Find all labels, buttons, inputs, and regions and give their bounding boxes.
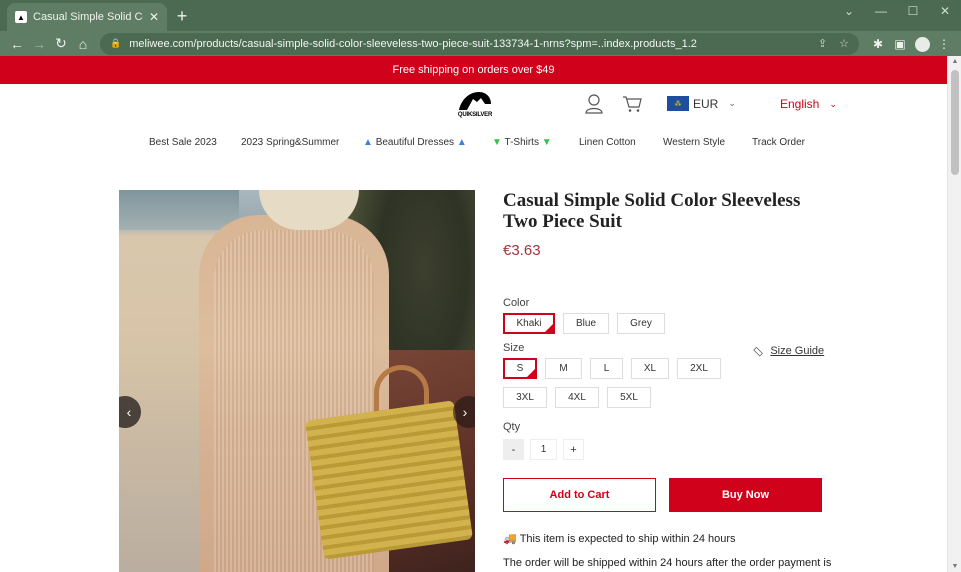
logo-wave-icon bbox=[459, 92, 491, 110]
product-price: €3.63 bbox=[503, 242, 541, 259]
quantity-stepper: - + bbox=[503, 439, 823, 460]
nav-best-sale-2023[interactable]: Best Sale 2023 bbox=[149, 137, 217, 148]
nav-track-order[interactable]: Track Order bbox=[752, 137, 805, 148]
size-guide-label: Size Guide bbox=[770, 345, 825, 357]
size-option-m[interactable]: M bbox=[545, 358, 582, 379]
tshirt-icon: ▼ bbox=[492, 137, 502, 148]
page: Free shipping on orders over $49 QUIKSIL… bbox=[0, 56, 947, 572]
eu-flag-icon: ⁂ bbox=[667, 96, 689, 111]
share-icon[interactable]: ⇪ bbox=[818, 37, 827, 50]
url-text[interactable]: meliwee.com/products/casual-simple-solid… bbox=[129, 38, 806, 50]
account-icon[interactable] bbox=[585, 94, 603, 114]
back-icon[interactable]: ← bbox=[6, 36, 28, 52]
tshirt-icon: ▼ bbox=[541, 137, 552, 148]
reload-icon[interactable]: ↻ bbox=[50, 35, 72, 52]
browser-tab[interactable]: ▲ Casual Simple Solid Color Sleeveless T… bbox=[7, 3, 167, 31]
color-options: Khaki ✓ Blue Grey bbox=[503, 313, 823, 334]
forward-icon[interactable]: → bbox=[28, 36, 50, 52]
page-scrollbar[interactable]: ▲ ▼ bbox=[947, 56, 961, 572]
nav-beautiful-dresses[interactable]: ▲ Beautiful Dresses ▲ bbox=[363, 137, 467, 148]
product-title: Casual Simple Solid Color Sleeveless Two… bbox=[503, 190, 801, 232]
nav-linen-cotton[interactable]: Linen Cotton bbox=[579, 137, 636, 148]
profile-avatar-icon[interactable] bbox=[911, 35, 933, 53]
chevron-down-icon: ⌄ bbox=[829, 98, 837, 109]
qty-label: Qty bbox=[503, 421, 521, 433]
chevron-left-icon: ‹ bbox=[126, 404, 132, 420]
ship-notice: 🚚 This item is expected to ship within 2… bbox=[503, 532, 823, 546]
browser-toolbar: ← → ↻ ⌂ 🔒 meliwee.com/products/casual-si… bbox=[0, 31, 961, 56]
qty-increase-button[interactable]: + bbox=[563, 439, 584, 460]
scroll-up-icon[interactable]: ▲ bbox=[948, 58, 961, 65]
size-option-s[interactable]: S ✓ bbox=[503, 358, 537, 379]
promo-text: Free shipping on orders over $49 bbox=[392, 64, 555, 76]
site-header: QUIKSILVER ⁂ EUR ⌄ English ⌄ bbox=[0, 84, 947, 128]
add-to-cart-button[interactable]: Add to Cart bbox=[503, 478, 656, 512]
browser-chrome: ▲ Casual Simple Solid Color Sleeveless T… bbox=[0, 0, 961, 56]
color-option-khaki[interactable]: Khaki ✓ bbox=[503, 313, 555, 334]
window-controls: ⌄ — ☐ ✕ bbox=[833, 0, 961, 22]
site-logo[interactable]: QUIKSILVER bbox=[454, 90, 496, 122]
buy-now-button[interactable]: Buy Now bbox=[669, 478, 822, 512]
address-bar[interactable]: 🔒 meliwee.com/products/casual-simple-sol… bbox=[100, 32, 859, 55]
color-option-blue[interactable]: Blue bbox=[563, 313, 609, 334]
scroll-down-icon[interactable]: ▼ bbox=[948, 563, 961, 570]
size-guide-link[interactable]: ▭ Size Guide bbox=[749, 342, 825, 360]
tab-strip: ▲ Casual Simple Solid Color Sleeveless T… bbox=[0, 0, 961, 31]
purchase-actions: Add to Cart Buy Now bbox=[503, 478, 823, 512]
language-label: English bbox=[780, 97, 820, 111]
ruler-icon: ▭ bbox=[749, 342, 768, 360]
lock-icon[interactable]: 🔒 bbox=[110, 38, 121, 49]
product-image-gallery[interactable]: ‹ › bbox=[119, 190, 475, 572]
nav-t-shirts[interactable]: ▼ T-Shirts ▼ bbox=[492, 137, 552, 148]
cart-icon[interactable] bbox=[622, 95, 642, 113]
maximize-icon[interactable]: ☐ bbox=[897, 0, 929, 22]
size-options-row-1: S ✓ M L XL 2XL bbox=[503, 358, 823, 379]
side-panel-icon[interactable]: ▣ bbox=[889, 37, 911, 51]
main-nav: Best Sale 2023 2023 Spring&Summer ▲ Beau… bbox=[0, 128, 947, 162]
color-label: Color bbox=[503, 297, 530, 309]
product-photo bbox=[304, 400, 474, 560]
truck-icon: 🚚 bbox=[503, 533, 517, 545]
size-options-row-2: 3XL 4XL 5XL bbox=[503, 387, 823, 408]
dress-icon: ▲ bbox=[363, 137, 373, 148]
language-selector[interactable]: English ⌄ bbox=[780, 97, 837, 111]
check-icon: ✓ bbox=[546, 325, 552, 331]
color-option-grey[interactable]: Grey bbox=[617, 313, 665, 334]
size-option-4xl[interactable]: 4XL bbox=[555, 387, 599, 408]
chevron-down-icon: ⌄ bbox=[728, 98, 736, 108]
chevron-right-icon: › bbox=[462, 404, 468, 420]
size-option-5xl[interactable]: 5XL bbox=[607, 387, 651, 408]
size-option-xl[interactable]: XL bbox=[631, 358, 669, 379]
home-icon[interactable]: ⌂ bbox=[72, 36, 94, 52]
tab-title: Casual Simple Solid Color Sleeveless Two… bbox=[33, 11, 143, 23]
check-icon: ✓ bbox=[528, 370, 534, 376]
tab-search-icon[interactable]: ⌄ bbox=[833, 0, 865, 22]
previous-image-button[interactable]: ‹ bbox=[119, 396, 141, 428]
minimize-icon[interactable]: — bbox=[865, 0, 897, 22]
close-tab-icon[interactable]: ✕ bbox=[149, 10, 159, 24]
logo-text: QUIKSILVER bbox=[457, 112, 493, 118]
new-tab-button[interactable]: + bbox=[172, 6, 192, 27]
qty-decrease-button[interactable]: - bbox=[503, 439, 524, 460]
dress-icon: ▲ bbox=[456, 137, 467, 148]
qty-input[interactable] bbox=[530, 439, 557, 460]
size-option-3xl[interactable]: 3XL bbox=[503, 387, 547, 408]
bookmark-star-icon[interactable]: ☆ bbox=[839, 37, 849, 50]
scrollbar-thumb[interactable] bbox=[951, 70, 959, 175]
size-option-2xl[interactable]: 2XL bbox=[677, 358, 721, 379]
promo-bar: Free shipping on orders over $49 bbox=[0, 56, 947, 84]
size-option-l[interactable]: L bbox=[590, 358, 623, 379]
nav-spring-summer[interactable]: 2023 Spring&Summer bbox=[241, 137, 339, 148]
currency-selector[interactable]: ⁂ EUR ⌄ bbox=[667, 96, 736, 111]
site-favicon-icon: ▲ bbox=[15, 11, 27, 23]
menu-kebab-icon[interactable]: ⋮ bbox=[933, 37, 955, 51]
nav-western-style[interactable]: Western Style bbox=[663, 137, 725, 148]
currency-label: EUR bbox=[693, 96, 719, 111]
ship-notice-text: This item is expected to ship within 24 … bbox=[519, 532, 736, 545]
extensions-icon[interactable]: ✱ bbox=[867, 37, 889, 51]
product-details: Casual Simple Solid Color Sleeveless Two… bbox=[503, 190, 832, 569]
close-window-icon[interactable]: ✕ bbox=[929, 0, 961, 22]
ship-detail-text: The order will be shipped within 24 hour… bbox=[503, 557, 832, 569]
